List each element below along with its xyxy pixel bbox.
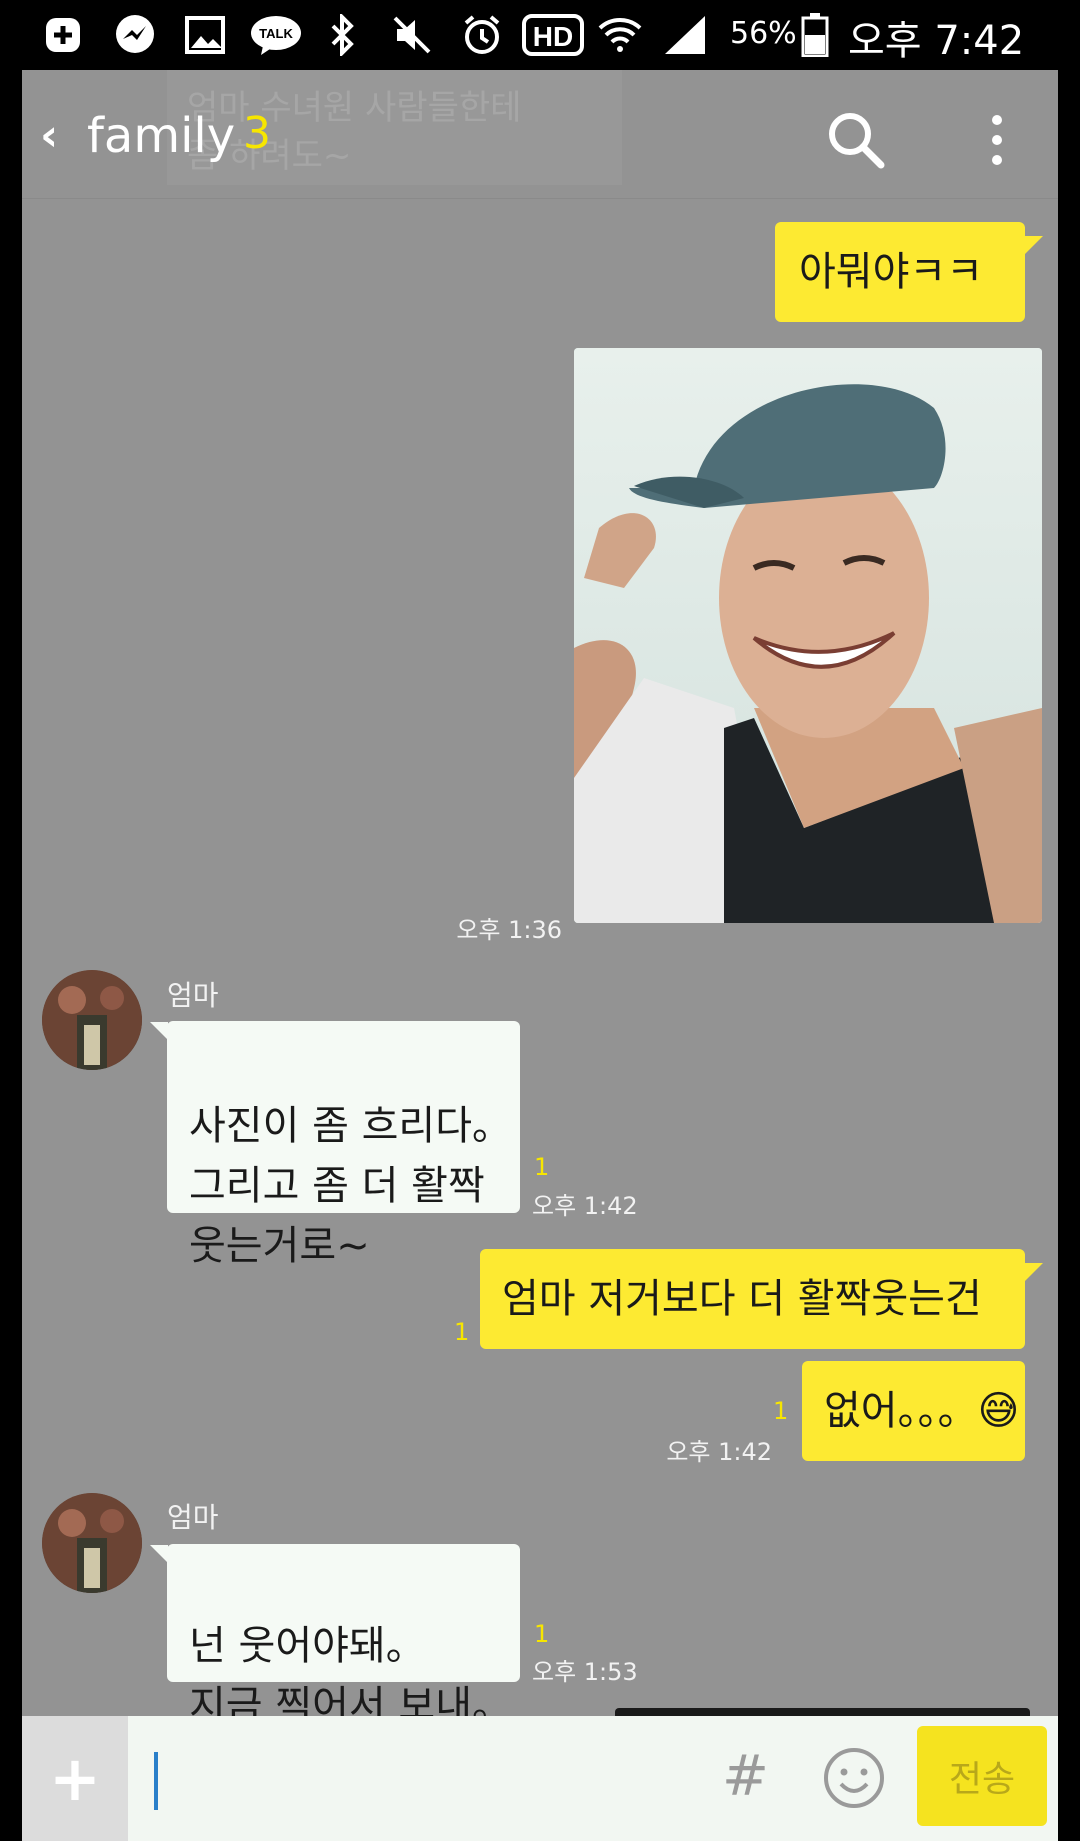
sender-name: 엄마 — [167, 1501, 219, 1534]
unread-count: 1 — [534, 1153, 550, 1181]
add-icon — [42, 14, 84, 56]
sender-name: 엄마 — [167, 979, 219, 1012]
unread-count: 1 — [534, 1620, 550, 1648]
member-count: 3 — [243, 108, 271, 159]
chat-header: 엄마 수녀원 사람들한테 좀 하려도~ ‹ family 3 — [22, 70, 1058, 199]
input-bar: + # 전송 — [22, 1716, 1058, 1841]
alarm-icon — [460, 14, 504, 56]
message-time: 오후 1:53 — [532, 1658, 638, 1686]
message-time: 오후 1:36 — [456, 916, 562, 944]
sent-photo[interactable] — [574, 348, 1042, 923]
text-caret — [154, 1752, 158, 1810]
their-message-bubble[interactable]: 넌 웃어야돼。 지금 찍어서 보내。 — [167, 1544, 520, 1729]
battery-icon — [800, 13, 830, 57]
message-text: 사진이 좀 흐리다。 그리고 좀 더 활짝 웃는거로~ — [189, 1103, 513, 1269]
bubble-tail — [1025, 236, 1043, 254]
wifi-icon — [596, 14, 644, 56]
unread-count: 1 — [773, 1397, 789, 1425]
my-message-bubble[interactable]: 엄마 저거보다 더 활짝웃는건 — [480, 1249, 1025, 1349]
avatar[interactable] — [42, 1493, 142, 1593]
my-message-bubble[interactable]: 없어。。。😅 — [802, 1361, 1025, 1461]
attach-button[interactable]: + — [22, 1716, 128, 1841]
message-text: 넌 웃어야돼。 지금 찍어서 보내。 — [189, 1623, 513, 1729]
more-options-icon[interactable] — [982, 110, 1012, 170]
hd-voice-icon: HD — [522, 14, 584, 56]
partial-photo — [615, 1708, 1030, 1716]
bluetooth-icon — [324, 14, 360, 56]
svg-text:HD: HD — [533, 21, 573, 52]
message-input[interactable] — [128, 1716, 692, 1841]
my-message-bubble[interactable]: 아뭐야ㅋㅋ — [775, 222, 1025, 322]
search-icon[interactable] — [822, 106, 892, 176]
status-bar: TALK HD 56% 오후 7:42 — [0, 0, 1080, 70]
svg-text:TALK: TALK — [259, 26, 293, 41]
status-time: 오후 7:42 — [848, 18, 1025, 64]
kakaotalk-icon: TALK — [248, 14, 304, 56]
hashtag-button[interactable]: # — [722, 1744, 769, 1809]
unread-count: 1 — [454, 1318, 470, 1346]
gallery-icon — [183, 14, 227, 56]
chat-title[interactable]: family — [87, 108, 235, 164]
emoji-icon[interactable] — [822, 1746, 886, 1810]
ghost-notification: 엄마 수녀원 사람들한테 좀 하려도~ — [167, 70, 622, 185]
avatar[interactable] — [42, 970, 142, 1070]
message-text: 없어。。。😅 — [824, 1388, 1020, 1434]
chat-screen: 엄마 수녀원 사람들한테 좀 하려도~ ‹ family 3 아뭐야ㅋㅋ 오후 … — [22, 70, 1058, 1841]
message-time: 오후 1:42 — [666, 1438, 772, 1466]
their-message-bubble[interactable]: 사진이 좀 흐리다。 그리고 좀 더 활짝 웃는거로~ — [167, 1021, 520, 1269]
message-time: 오후 1:42 — [532, 1192, 638, 1220]
bubble-tail — [150, 1545, 168, 1563]
mute-icon — [390, 14, 434, 56]
signal-icon — [660, 14, 710, 56]
messenger-icon — [112, 14, 158, 56]
message-text: 엄마 저거보다 더 활짝웃는건 — [502, 1276, 982, 1322]
send-button[interactable]: 전송 — [917, 1726, 1047, 1826]
bubble-tail — [1025, 1263, 1043, 1281]
back-icon[interactable]: ‹ — [40, 110, 58, 161]
message-text: 아뭐야ㅋㅋ — [799, 249, 983, 295]
battery-percent: 56% — [730, 16, 797, 51]
bubble-tail — [150, 1022, 168, 1040]
